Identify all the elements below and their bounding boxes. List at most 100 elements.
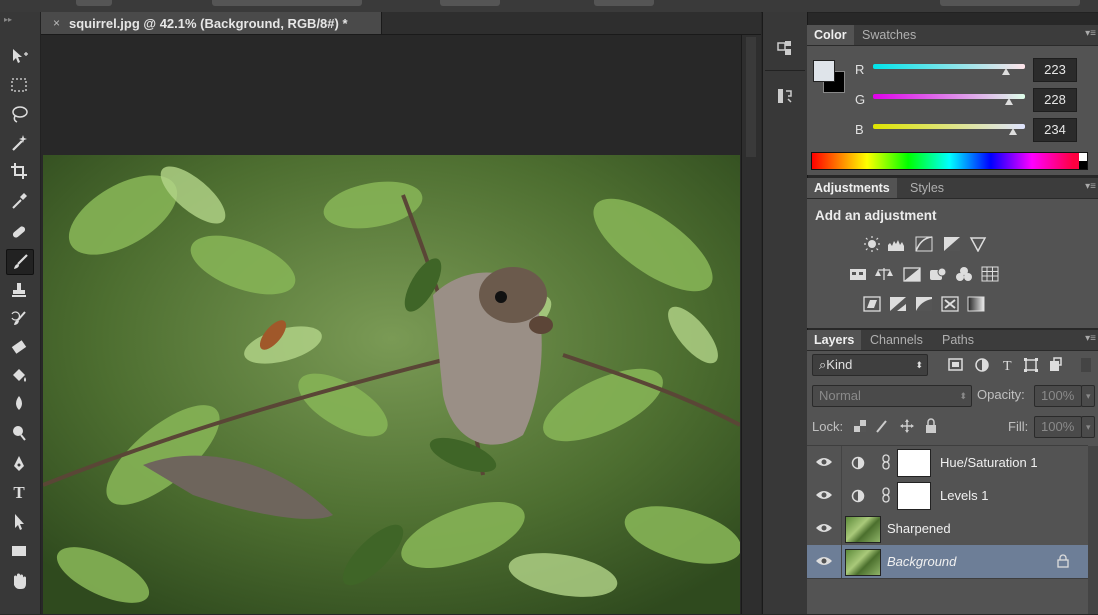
fill-input[interactable]: 100% bbox=[1034, 416, 1082, 438]
blend-mode-select[interactable]: Normal ⬍ bbox=[812, 385, 972, 407]
document-tab[interactable]: × squirrel.jpg @ 42.1% (Background, RGB/… bbox=[41, 12, 382, 34]
clone-stamp-tool-button[interactable] bbox=[6, 278, 32, 302]
toolbar-grip[interactable]: ▸▸ bbox=[4, 16, 36, 24]
levels-icon[interactable] bbox=[887, 236, 905, 252]
black-white-icon[interactable] bbox=[903, 266, 921, 282]
color-lookup-icon[interactable] bbox=[981, 266, 999, 282]
type-tool-button[interactable]: T bbox=[6, 481, 32, 505]
tab-styles[interactable]: Styles bbox=[903, 178, 951, 198]
option-chip[interactable] bbox=[940, 0, 1080, 6]
eyedropper-tool-button[interactable] bbox=[6, 189, 32, 213]
vertical-scrollbar[interactable] bbox=[741, 35, 761, 614]
link-chain-icon[interactable] bbox=[881, 454, 891, 470]
gradient-map-icon[interactable] bbox=[967, 296, 985, 312]
layer-mask-thumbnail[interactable] bbox=[897, 449, 931, 477]
slider-thumb-icon[interactable] bbox=[1008, 128, 1017, 135]
eraser-tool-button[interactable] bbox=[6, 335, 32, 359]
eye-visibility-icon[interactable] bbox=[815, 489, 833, 501]
layer-name[interactable]: Hue/Saturation 1 bbox=[940, 455, 1038, 470]
channel-value-b[interactable]: 234 bbox=[1033, 118, 1077, 142]
eye-visibility-icon[interactable] bbox=[815, 555, 833, 567]
channel-mixer-icon[interactable] bbox=[955, 266, 973, 282]
close-tab-icon[interactable]: × bbox=[53, 16, 60, 30]
opacity-input[interactable]: 100% bbox=[1034, 385, 1082, 407]
hue-saturation-icon[interactable] bbox=[849, 266, 867, 282]
dodge-tool-button[interactable] bbox=[6, 421, 32, 445]
option-chip[interactable] bbox=[76, 0, 112, 6]
tab-channels[interactable]: Channels bbox=[863, 330, 930, 350]
panel-menu-icon[interactable]: ▾≡ bbox=[1085, 333, 1096, 344]
brightness-contrast-icon[interactable] bbox=[863, 236, 881, 252]
layer-name[interactable]: Levels 1 bbox=[940, 488, 988, 503]
scrollbar-thumb[interactable] bbox=[746, 37, 756, 157]
color-balance-icon[interactable] bbox=[875, 266, 893, 282]
channel-value-r[interactable]: 223 bbox=[1033, 58, 1077, 82]
option-chip[interactable] bbox=[594, 0, 654, 6]
threshold-icon[interactable] bbox=[915, 296, 933, 312]
curves-icon[interactable] bbox=[915, 236, 933, 252]
move-tool-button[interactable] bbox=[6, 44, 32, 68]
link-chain-icon[interactable] bbox=[881, 487, 891, 503]
option-chip[interactable] bbox=[212, 0, 362, 6]
adjustments-panel-tabs: Adjustments Styles ▾≡ bbox=[807, 178, 1098, 199]
fill-dropdown-icon[interactable]: ▾ bbox=[1081, 416, 1095, 438]
layers-scrollbar[interactable] bbox=[1088, 446, 1098, 614]
panel-menu-icon[interactable]: ▾≡ bbox=[1085, 181, 1096, 192]
document-image[interactable] bbox=[43, 155, 740, 614]
history-panel-icon[interactable] bbox=[769, 34, 801, 62]
adjustment-layer-icon bbox=[851, 456, 865, 470]
layers-panel: Layers Channels Paths ▾≡ ⌕Kind ⬍ T Normal… bbox=[807, 330, 1098, 614]
type-tool-icon: T bbox=[13, 483, 25, 502]
pen-tool-button[interactable] bbox=[6, 452, 32, 476]
photo-filter-icon[interactable] bbox=[929, 266, 947, 282]
layer-filter-kind-select[interactable]: ⌕Kind ⬍ bbox=[812, 354, 928, 376]
tab-swatches[interactable]: Swatches bbox=[855, 25, 923, 45]
color-spectrum-bar[interactable] bbox=[811, 152, 1088, 170]
slider-thumb-icon[interactable] bbox=[1004, 98, 1013, 105]
rectangle-tool-button[interactable] bbox=[6, 539, 32, 563]
marquee-tool-button[interactable] bbox=[6, 73, 32, 97]
layer-row[interactable]: Levels 1 bbox=[807, 479, 1088, 513]
brush-tool-button[interactable] bbox=[6, 249, 34, 275]
vibrance-icon[interactable] bbox=[969, 236, 987, 252]
black-white-swatch[interactable] bbox=[1079, 153, 1087, 169]
layer-row[interactable]: Background bbox=[807, 545, 1088, 579]
slider-thumb-icon[interactable] bbox=[1002, 68, 1010, 75]
path-selection-tool-button[interactable] bbox=[6, 510, 32, 534]
channel-value-g[interactable]: 228 bbox=[1033, 88, 1077, 112]
lasso-tool-button[interactable] bbox=[6, 102, 32, 126]
tab-paths[interactable]: Paths bbox=[935, 330, 981, 350]
invert-icon[interactable] bbox=[863, 296, 881, 312]
healing-brush-tool-button[interactable] bbox=[6, 220, 32, 244]
foreground-color-swatch[interactable] bbox=[813, 60, 835, 82]
hand-tool-button[interactable] bbox=[6, 569, 32, 593]
layer-name[interactable]: Background bbox=[887, 554, 956, 569]
tab-adjustments[interactable]: Adjustments bbox=[807, 178, 897, 198]
panel-menu-icon[interactable]: ▾≡ bbox=[1085, 28, 1096, 39]
tab-layers[interactable]: Layers bbox=[807, 330, 862, 350]
layer-mask-thumbnail[interactable] bbox=[897, 482, 931, 510]
opacity-dropdown-icon[interactable]: ▾ bbox=[1081, 385, 1095, 407]
layer-row[interactable]: Hue/Saturation 1 bbox=[807, 446, 1088, 480]
lock-icon[interactable] bbox=[1057, 554, 1069, 568]
blur-tool-button[interactable] bbox=[6, 392, 32, 416]
selective-color-icon[interactable] bbox=[941, 296, 959, 312]
crop-tool-button[interactable] bbox=[6, 159, 32, 183]
channel-track[interactable] bbox=[873, 94, 1025, 99]
channel-track[interactable] bbox=[873, 124, 1025, 129]
history-brush-tool-button[interactable] bbox=[6, 307, 32, 331]
eye-visibility-icon[interactable] bbox=[815, 522, 833, 534]
properties-panel-icon[interactable] bbox=[769, 82, 801, 110]
layer-thumbnail[interactable] bbox=[845, 516, 881, 543]
option-chip[interactable] bbox=[440, 0, 500, 6]
layer-thumbnail[interactable] bbox=[845, 549, 881, 576]
tab-color[interactable]: Color bbox=[807, 25, 854, 45]
magic-wand-tool-button[interactable] bbox=[6, 131, 32, 155]
eye-visibility-icon[interactable] bbox=[815, 456, 833, 468]
document-title: squirrel.jpg @ 42.1% (Background, RGB/8#… bbox=[69, 16, 348, 31]
exposure-icon[interactable] bbox=[943, 236, 961, 252]
layer-name[interactable]: Sharpened bbox=[887, 521, 951, 536]
posterize-icon[interactable] bbox=[889, 296, 907, 312]
layer-row[interactable]: Sharpened bbox=[807, 512, 1088, 546]
paint-bucket-tool-button[interactable] bbox=[6, 364, 32, 388]
